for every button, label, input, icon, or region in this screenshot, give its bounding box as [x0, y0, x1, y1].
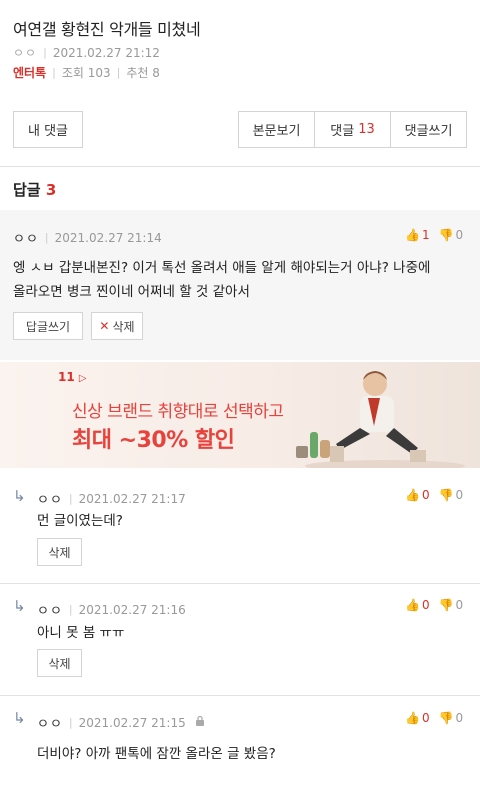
thumb-up-icon[interactable]: 👍 [405, 488, 420, 502]
downvote-count: 0 [455, 228, 464, 242]
comment-author[interactable]: ㅇㅇ [37, 600, 63, 619]
comment-date: 2021.02.27 21:16 [78, 602, 186, 617]
replies-label: 답글 [13, 181, 41, 199]
reply-arrow-icon: ↳ [13, 597, 26, 615]
vote-group: 👍 0 👎 0 [405, 598, 463, 612]
meta-separator: | [52, 66, 56, 79]
vote-group: 👍 0 👎 0 [405, 488, 463, 502]
thumb-up-icon[interactable]: 👍 [405, 228, 420, 242]
downvote-count: 0 [455, 598, 464, 612]
comment-author[interactable]: ㅇㅇ [37, 713, 63, 732]
comment-text-line: 엥 ㅅㅂ 갑분내본진? 이거 톡선 올려서 애들 알게 해야되는거 아냐? 나중… [13, 260, 431, 276]
delete-button[interactable]: 삭제 [37, 538, 82, 566]
meta-separator: | [68, 603, 73, 616]
downvote-count: 0 [455, 488, 464, 502]
comment-text: 먼 글이였는데? [37, 513, 123, 529]
close-icon: ✕ [99, 319, 110, 333]
arrow-right-icon: ▷ [78, 373, 87, 384]
comment-date: 2021.02.27 21:14 [54, 230, 162, 245]
comment-divider [0, 695, 480, 696]
comment-author[interactable]: ㅇㅇ [13, 228, 39, 247]
comment-toolbar: 본문보기 댓글 13 댓글쓰기 [238, 111, 467, 148]
upvote-count: 0 [421, 488, 430, 502]
post-meta-author: ㅇㅇ | 2021.02.27 21:12 [13, 44, 160, 61]
comment-divider [0, 583, 480, 584]
post-recommends: 추천 8 [126, 66, 160, 80]
post-views: 조회 103 [61, 66, 111, 80]
meta-separator: | [43, 46, 47, 59]
upvote-count: 1 [421, 228, 430, 242]
my-comments-button[interactable]: 내 댓글 [13, 111, 83, 148]
comment-text: 더비야? 아까 팬톡에 잠깐 올라온 글 봤음? [37, 746, 276, 762]
comment-meta: ㅇㅇ | 2021.02.27 21:16 [37, 600, 186, 620]
ad-discount: 최대 ~30% 할인 [72, 428, 235, 453]
post-author[interactable]: ㅇㅇ [13, 44, 37, 61]
thumb-down-icon[interactable]: 👎 [439, 228, 454, 242]
vote-group: 👍 1 👎 0 [405, 228, 463, 242]
comment-meta: ㅇㅇ | 2021.02.27 21:14 [13, 228, 162, 248]
ad-banner[interactable]: 11 ▷ 신상 브랜드 취향대로 선택하고 최대 ~30% 할인 [0, 362, 480, 468]
comment-meta: ㅇㅇ | 2021.02.27 21:15 [37, 713, 206, 732]
thumb-down-icon[interactable]: 👎 [439, 598, 454, 612]
vote-group: 👍 0 👎 0 [405, 711, 463, 725]
ad-logo-text: 11 [58, 370, 75, 384]
reply-arrow-icon: ↳ [13, 487, 26, 505]
downvote-count: 0 [455, 711, 464, 725]
thumb-down-icon[interactable]: 👎 [439, 711, 454, 725]
comment-date: 2021.02.27 21:17 [78, 491, 186, 506]
ad-logo: 11 ▷ [58, 370, 87, 384]
comments-count: 13 [358, 122, 375, 137]
comment-author[interactable]: ㅇㅇ [37, 489, 63, 508]
delete-button[interactable]: ✕ 삭제 [91, 312, 143, 340]
comments-tab[interactable]: 댓글 13 [315, 112, 391, 147]
comment-text: 엥 ㅅㅂ 갑분내본진? 이거 톡선 올려서 애들 알게 해야되는거 아냐? 나중… [13, 256, 430, 304]
upvote-count: 0 [421, 598, 430, 612]
meta-separator: | [68, 492, 73, 505]
write-comment-button[interactable]: 댓글쓰기 [391, 112, 466, 147]
section-divider [0, 166, 480, 167]
comments-label: 댓글 [330, 124, 355, 139]
reply-arrow-icon: ↳ [13, 709, 26, 727]
meta-separator: | [116, 66, 121, 79]
replies-header: 답글 3 [13, 179, 56, 200]
ad-model-image [296, 371, 465, 468]
comment-meta: ㅇㅇ | 2021.02.27 21:17 [37, 489, 186, 509]
meta-separator: | [44, 231, 49, 244]
delete-button[interactable]: 삭제 [37, 649, 82, 677]
post-category[interactable]: 엔터톡 [13, 64, 46, 81]
post-date: 2021.02.27 21:12 [52, 45, 160, 60]
delete-label: 삭제 [112, 319, 135, 334]
upvote-count: 0 [421, 711, 430, 725]
thumb-up-icon[interactable]: 👍 [405, 598, 420, 612]
ad-headline: 신상 브랜드 취향대로 선택하고 [72, 402, 284, 422]
thumb-down-icon[interactable]: 👎 [439, 488, 454, 502]
thumb-up-icon[interactable]: 👍 [405, 711, 420, 725]
comment-text-line: 올라오면 병크 찐이네 어쩌네 할 것 같아서 [13, 284, 250, 300]
meta-separator: | [68, 716, 73, 729]
replies-count: 3 [45, 181, 57, 199]
reply-button[interactable]: 답글쓰기 [13, 312, 83, 340]
comment-text: 아니 못 봄 ㅠㅠ [37, 625, 125, 641]
view-body-button[interactable]: 본문보기 [239, 112, 315, 147]
post-title: 여연갤 황현진 악개들 미쳤네 [13, 20, 201, 39]
post-meta-stats: 엔터톡 | 조회 103 | 추천 8 [13, 64, 160, 81]
comment-date: 2021.02.27 21:15 [78, 715, 186, 730]
lock-icon [194, 715, 206, 730]
